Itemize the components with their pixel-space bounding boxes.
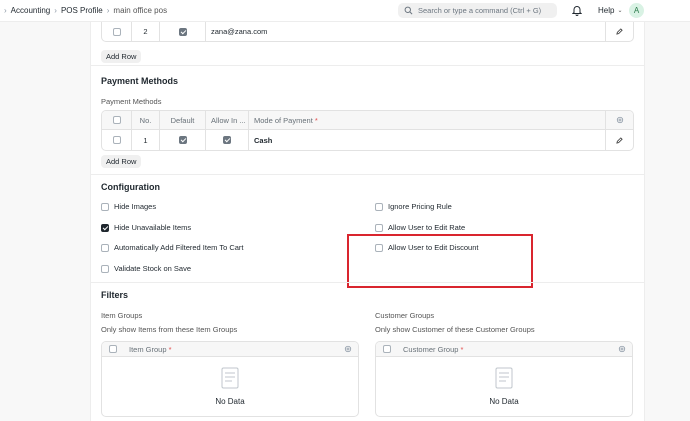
table-header: No. Default Allow In ... Mode of Payment… [102, 111, 633, 130]
required-marker: * [460, 344, 464, 354]
payment-add-row-button[interactable]: Add Row [101, 155, 142, 168]
hide-images-checkbox[interactable]: Hide Images [101, 202, 156, 211]
checkbox-box[interactable] [375, 202, 383, 211]
table-header: Customer Group * [376, 342, 632, 357]
auto-add-filtered-item-checkbox[interactable]: Automatically Add Filtered Item To Cart [101, 243, 244, 252]
select-all-checkbox[interactable] [383, 345, 391, 353]
required-marker: * [168, 344, 172, 354]
highlight-annotation [347, 234, 533, 288]
gear-icon[interactable] [618, 345, 626, 353]
row-check-cell[interactable] [160, 22, 206, 41]
row-default-cell[interactable] [160, 130, 206, 150]
section-divider [90, 282, 645, 283]
checkbox-label: Allow User to Edit Rate [388, 223, 466, 232]
row-checkbox[interactable] [112, 136, 121, 144]
breadcrumb-current[interactable]: main office pos [113, 6, 167, 15]
filters-title: Filters [101, 290, 129, 300]
row-select[interactable] [102, 130, 132, 150]
table-header: Item Group * [102, 342, 358, 357]
chevron-right-icon: › [4, 6, 7, 15]
bell-icon[interactable] [572, 5, 582, 16]
users-table: 2 zana@zana.com [101, 22, 634, 42]
no-data-text: No Data [215, 397, 245, 406]
item-groups-label: Item Groups [101, 311, 143, 320]
chevron-right-icon: › [106, 6, 110, 15]
configuration-title: Configuration [101, 182, 160, 192]
payment-methods-label: Payment Methods [101, 97, 162, 106]
search-icon [404, 6, 413, 15]
allow-edit-rate-checkbox[interactable]: Allow User to Edit Rate [375, 223, 465, 232]
select-all-checkbox[interactable] [109, 345, 117, 353]
help-dropdown[interactable]: Help ⌄ [598, 6, 622, 15]
col-item-group: Item Group [129, 344, 167, 354]
payment-methods-table: No. Default Allow In ... Mode of Payment… [101, 110, 634, 151]
document-icon [495, 367, 513, 389]
col-default: Default [160, 111, 206, 129]
customer-groups-description: Only show Customer of these Customer Gro… [375, 325, 535, 334]
select-all-cell[interactable] [102, 111, 132, 129]
checkbox-label: Automatically Add Filtered Item To Cart [114, 243, 244, 252]
search-bar[interactable]: Search or type a command (Ctrl + G) [398, 3, 557, 18]
customer-groups-label: Customer Groups [375, 311, 435, 320]
row-select[interactable] [102, 22, 132, 41]
row-number: 1 [132, 130, 160, 150]
row-number: 2 [132, 22, 160, 41]
hide-unavailable-items-checkbox[interactable]: Hide Unavailable Items [101, 223, 191, 232]
chevron-down-icon: ⌄ [617, 8, 623, 14]
col-mode-label: Mode of Payment [254, 115, 313, 125]
checkbox-label: Hide Images [114, 202, 157, 211]
section-divider [90, 174, 645, 175]
checkbox-label: Hide Unavailable Items [114, 223, 192, 232]
checkbox-box[interactable] [101, 243, 109, 252]
breadcrumb-accounting[interactable]: Accounting [11, 6, 51, 15]
col-no: No. [132, 111, 160, 129]
checkbox-box[interactable] [101, 264, 109, 273]
payment-methods-title: Payment Methods [101, 76, 179, 86]
ignore-pricing-rule-checkbox[interactable]: Ignore Pricing Rule [375, 202, 452, 211]
row-flag-checkbox[interactable] [178, 27, 187, 36]
no-data-text: No Data [489, 397, 519, 406]
table-row[interactable]: 2 zana@zana.com [102, 22, 633, 41]
default-checkbox[interactable] [178, 136, 187, 144]
checkbox-label: Ignore Pricing Rule [388, 202, 452, 211]
col-mode-of-payment: Mode of Payment * [249, 111, 606, 129]
row-mode-of-payment[interactable]: Cash [249, 130, 606, 150]
customer-groups-table: Customer Group * No Data [375, 341, 633, 417]
row-checkbox[interactable] [112, 27, 121, 36]
row-user[interactable]: zana@zana.com [206, 22, 606, 41]
select-all-checkbox[interactable] [112, 116, 121, 124]
gear-icon[interactable] [344, 345, 352, 353]
col-customer-group: Customer Group [403, 344, 459, 354]
navbar: › Accounting › POS Profile › main office… [0, 0, 690, 22]
allow-checkbox[interactable] [223, 136, 231, 144]
validate-stock-checkbox[interactable]: Validate Stock on Save [101, 264, 191, 273]
item-groups-description: Only show Items from these Item Groups [101, 325, 238, 334]
checkbox-label: Validate Stock on Save [114, 264, 191, 273]
col-allow: Allow In ... [206, 111, 249, 129]
checkbox-box[interactable] [101, 223, 109, 232]
breadcrumb-pos-profile[interactable]: POS Profile [61, 6, 103, 15]
row-allow-cell[interactable] [206, 130, 249, 150]
chevron-right-icon: › [54, 6, 57, 15]
document-icon [221, 367, 239, 389]
table-row[interactable]: 1 Cash [102, 130, 633, 150]
checkbox-box[interactable] [375, 223, 383, 232]
checkbox-box[interactable] [101, 202, 109, 211]
edit-row-icon[interactable] [606, 130, 633, 150]
gear-icon[interactable] [606, 111, 633, 129]
avatar[interactable]: A [629, 3, 644, 18]
item-groups-table: Item Group * No Data [101, 341, 359, 417]
required-marker: * [314, 115, 318, 125]
help-label: Help [598, 6, 615, 15]
edit-row-icon[interactable] [606, 22, 633, 41]
search-placeholder: Search or type a command (Ctrl + G) [418, 6, 542, 15]
users-add-row-button[interactable]: Add Row [101, 50, 142, 63]
breadcrumb: › Accounting › POS Profile › main office… [0, 6, 167, 15]
section-divider [90, 65, 645, 66]
